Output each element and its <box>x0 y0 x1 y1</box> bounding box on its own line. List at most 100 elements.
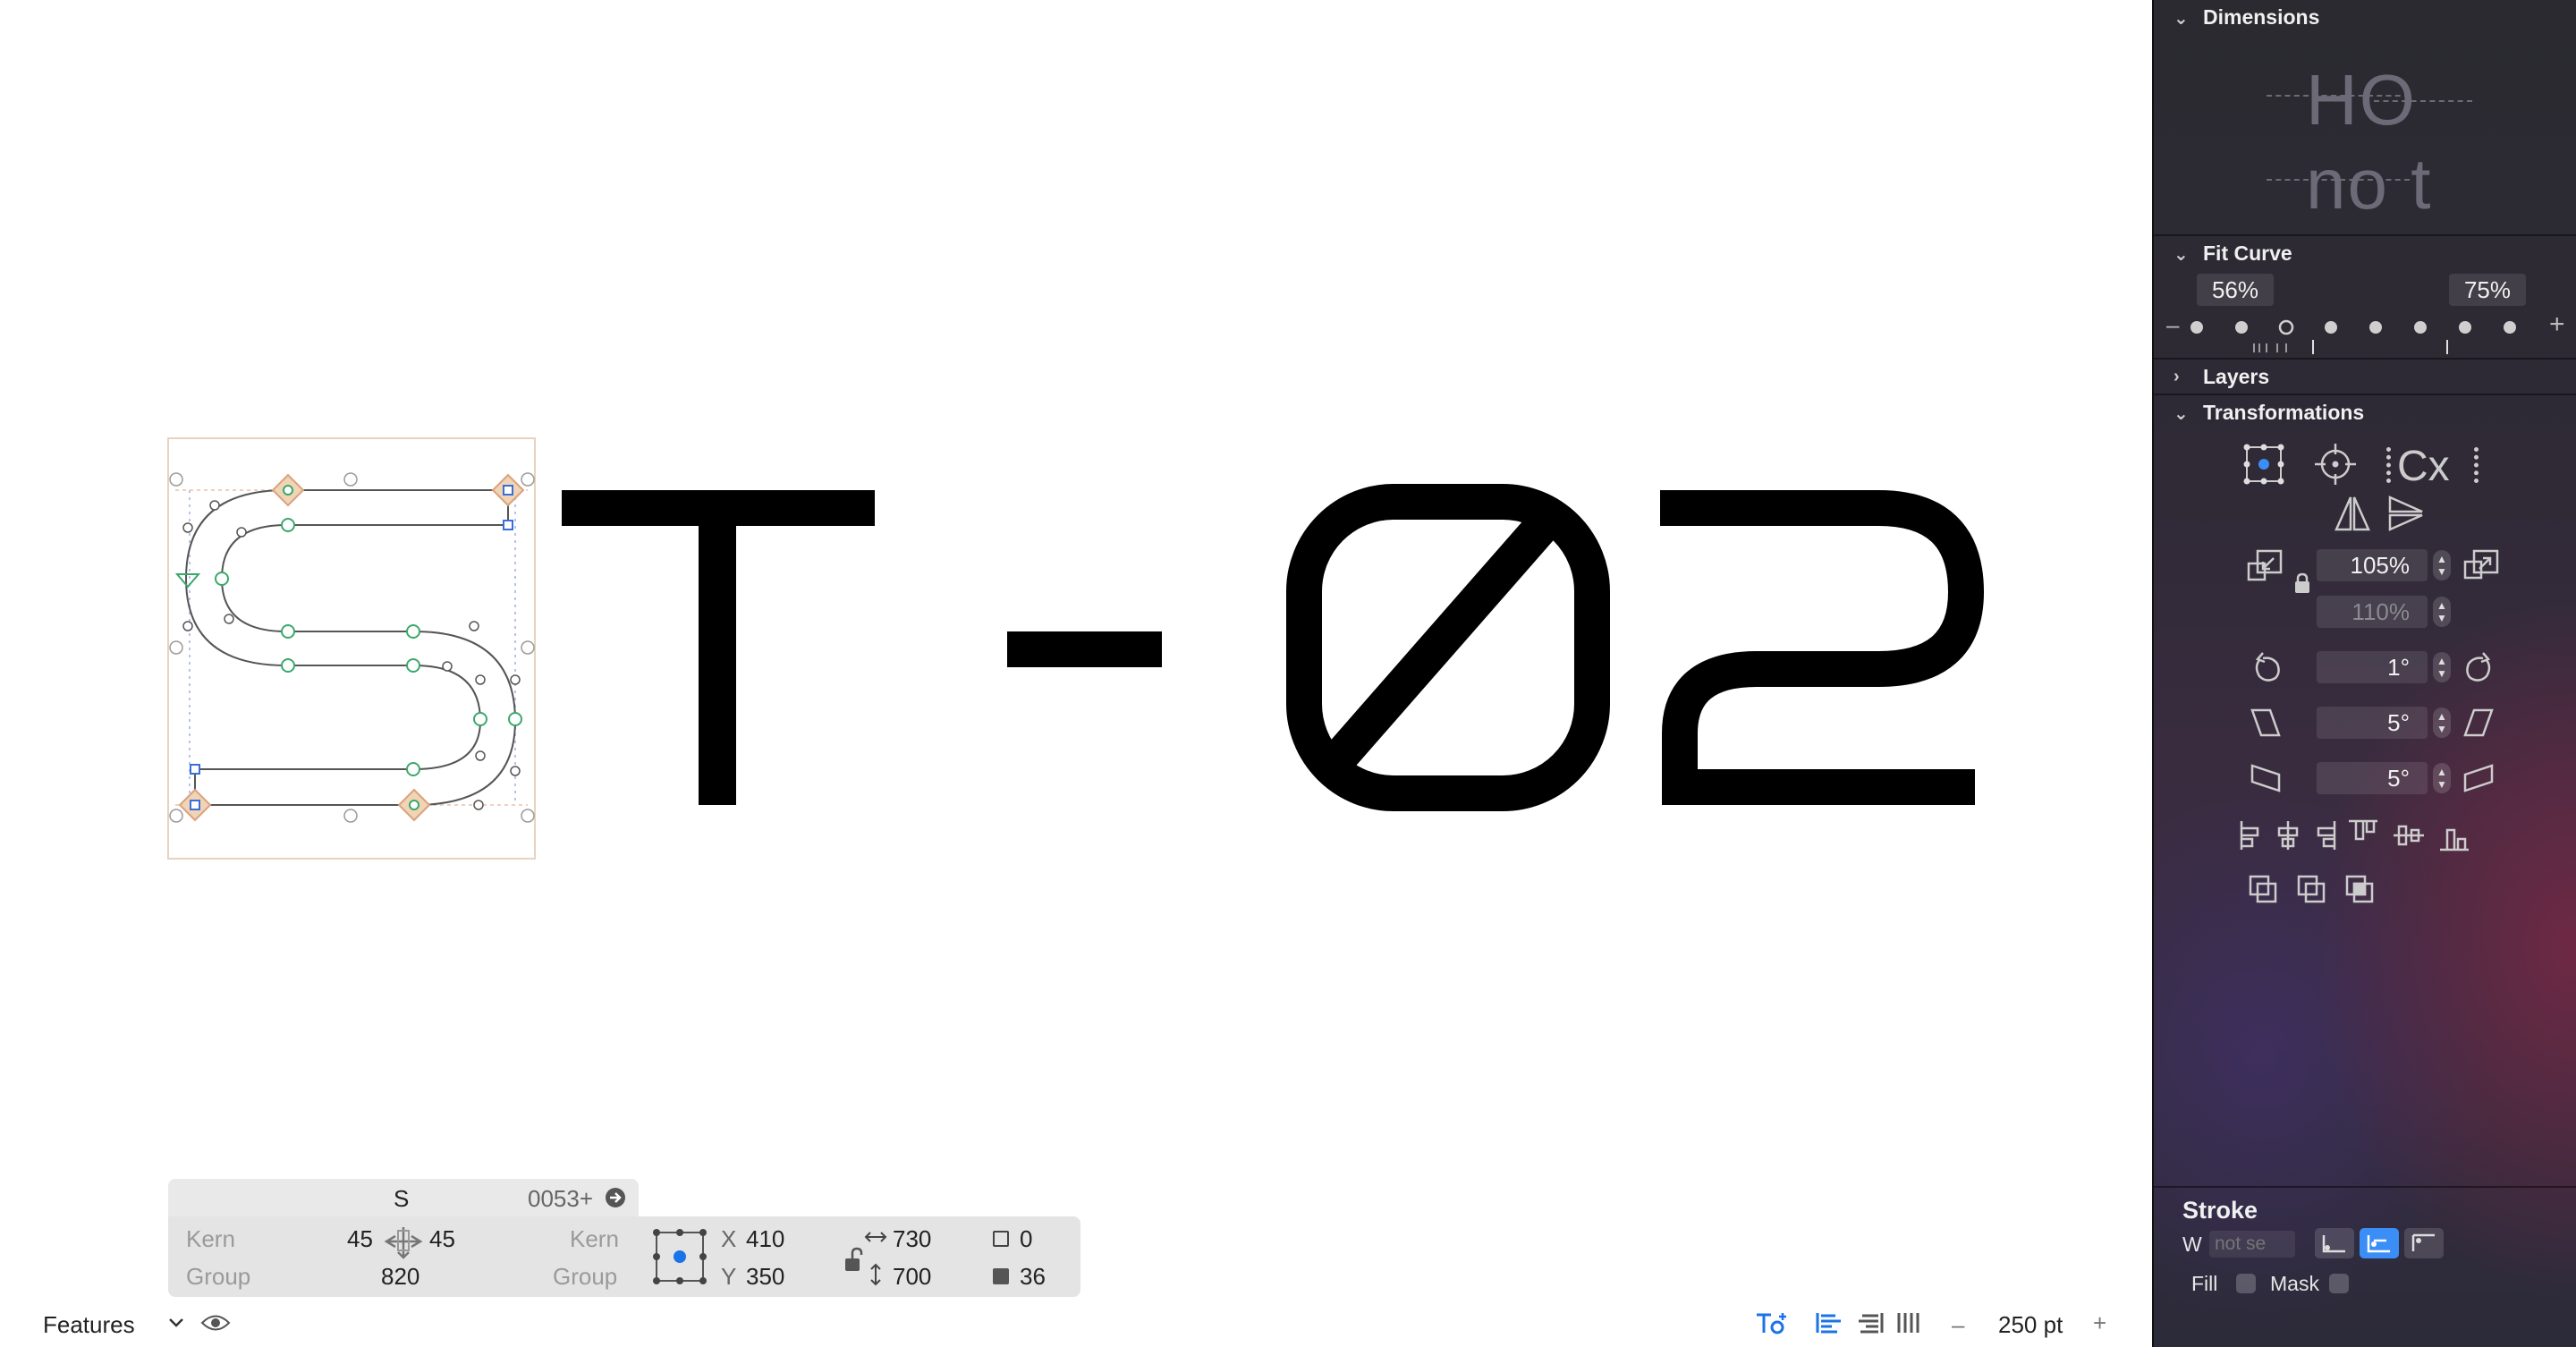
lock-icon[interactable] <box>2293 572 2311 594</box>
smooth-nodes[interactable] <box>215 518 522 776</box>
dotted-bar <box>2474 447 2479 483</box>
glyph-two[interactable] <box>1660 490 1985 805</box>
fit-minus-button[interactable]: – <box>2166 311 2179 339</box>
glyph-metrics-box: Kern 45 45 Kern Group 820 Group <box>168 1216 639 1297</box>
glyph-zero-slashed[interactable] <box>1286 484 1610 811</box>
stroke-position-outside-button[interactable] <box>2315 1228 2354 1258</box>
transformations-title: Transformations <box>2203 401 2365 424</box>
chevron-down-icon[interactable] <box>168 1317 184 1329</box>
fit-max-field[interactable]: 75% <box>2449 274 2526 306</box>
transform-origin-selection-icon[interactable] <box>2241 442 2286 487</box>
flip-horizontal-icon[interactable] <box>2333 494 2372 533</box>
fill-checkbox[interactable] <box>2236 1274 2256 1293</box>
eye-icon[interactable] <box>200 1313 231 1333</box>
mask-label: Mask <box>2270 1272 2319 1295</box>
dimensions-preview[interactable]: HO no t <box>2267 50 2472 229</box>
scale-y-field[interactable]: 110% <box>2317 596 2428 628</box>
stroke-divider <box>2154 1186 2576 1188</box>
off-curve-handles[interactable] <box>182 500 521 810</box>
metric-origin-button[interactable]: Cx <box>2385 442 2483 490</box>
glyph-name[interactable]: S <box>394 1185 409 1213</box>
fit-curve-header[interactable]: ⌄ Fit Curve <box>2154 234 2576 270</box>
mask-checkbox[interactable] <box>2329 1274 2349 1293</box>
skew-stepper[interactable]: ▲ ▼ <box>2433 763 2451 793</box>
scale-down-icon[interactable] <box>2245 549 2284 585</box>
slant-field[interactable]: 5° <box>2317 707 2428 739</box>
start-node-icon[interactable] <box>174 573 201 589</box>
glyph-canvas-svg[interactable] <box>0 0 2154 1299</box>
align-top-edge-icon <box>2349 819 2377 841</box>
fit-curve-slider[interactable] <box>2188 315 2546 358</box>
dimensions-title: Dimensions <box>2203 5 2320 29</box>
lsb-value[interactable]: 45 <box>347 1225 373 1253</box>
width-value[interactable]: 820 <box>381 1263 419 1291</box>
flip-vertical-icon[interactable] <box>2386 494 2426 533</box>
skew-left-icon[interactable] <box>2249 762 2284 794</box>
reference-point-icon[interactable] <box>651 1227 708 1286</box>
align-left-icon[interactable] <box>1816 1311 1843 1334</box>
align-right-icon[interactable] <box>1857 1311 1884 1334</box>
inspector-panel: ⌄ Dimensions HO no t ⌄ Fit Curve 56% 75%… <box>2152 0 2576 1347</box>
rotate-stepper[interactable]: ▲ ▼ <box>2433 652 2451 682</box>
fill-label: Fill <box>2191 1272 2218 1295</box>
layers-header[interactable]: › Layers <box>2154 358 2576 394</box>
path-operation-buttons[interactable] <box>2247 873 2390 909</box>
dimensions-header[interactable]: ⌄ Dimensions <box>2154 0 2576 36</box>
align-h-center-icon <box>2277 821 2299 850</box>
rsb-value[interactable]: 45 <box>429 1225 455 1253</box>
s-outline[interactable] <box>184 489 517 806</box>
chevron-down-icon[interactable]: ⌄ <box>2174 243 2189 266</box>
lock-open-icon[interactable] <box>843 1247 866 1274</box>
y-value[interactable]: 350 <box>746 1263 784 1291</box>
union-icon <box>2249 875 2277 903</box>
filled-nodes-count: 36 <box>1020 1263 1046 1290</box>
scale-x-stepper[interactable]: ▲ ▼ <box>2433 550 2451 580</box>
edit-canvas[interactable] <box>0 0 2154 1347</box>
scale-y-stepper[interactable]: ▲ ▼ <box>2433 597 2451 627</box>
arrow-circle-right-icon[interactable] <box>605 1187 626 1208</box>
dimension-guide <box>2267 95 2410 97</box>
stroke-position-inside-button[interactable] <box>2404 1228 2444 1258</box>
height-arrows-icon <box>870 1263 881 1286</box>
zoom-out-button[interactable]: – <box>1952 1311 1964 1339</box>
fit-min-field[interactable]: 56% <box>2197 274 2274 306</box>
x-value[interactable]: 410 <box>746 1225 784 1253</box>
group-right-label: Group <box>553 1263 618 1290</box>
w-value[interactable]: 730 <box>893 1225 931 1253</box>
chevron-right-icon[interactable]: › <box>2174 367 2180 387</box>
kern-right-label: Kern <box>570 1225 619 1252</box>
scale-x-field[interactable]: 105% <box>2317 549 2428 581</box>
zoom-value[interactable]: 250 pt <box>1998 1311 2063 1339</box>
features-menu[interactable]: Features <box>43 1311 135 1339</box>
zoom-in-button[interactable]: + <box>2093 1309 2106 1337</box>
kern-left-label: Kern <box>186 1225 235 1252</box>
chevron-down-icon[interactable]: ⌄ <box>2174 7 2189 30</box>
glyph-T[interactable] <box>562 490 875 805</box>
justify-icon[interactable] <box>1896 1311 1921 1334</box>
crosshair-icon[interactable] <box>2313 442 2358 487</box>
slant-left-icon[interactable] <box>2249 707 2284 739</box>
rotate-field[interactable]: 1° <box>2317 651 2428 683</box>
align-buttons[interactable] <box>2238 818 2506 853</box>
text-tool-icon[interactable] <box>1755 1309 1789 1336</box>
slant-right-icon[interactable] <box>2462 707 2497 739</box>
rotate-cw-icon[interactable] <box>2463 649 2496 685</box>
stroke-width-input[interactable] <box>2209 1231 2295 1258</box>
slant-stepper[interactable]: ▲ ▼ <box>2433 707 2451 738</box>
scale-up-icon[interactable] <box>2462 549 2501 585</box>
fit-plus-button[interactable]: + <box>2549 309 2565 340</box>
transformations-header[interactable]: ⌄ Transformations <box>2154 394 2576 429</box>
h-value[interactable]: 700 <box>893 1263 931 1291</box>
layers-title: Layers <box>2203 365 2270 388</box>
glyph-hyphen[interactable] <box>1007 631 1162 667</box>
link-metrics-icon[interactable] <box>383 1222 424 1263</box>
chevron-down-icon[interactable]: ⌄ <box>2174 402 2189 425</box>
dotted-bar <box>2386 447 2391 483</box>
skew-right-icon[interactable] <box>2462 762 2497 794</box>
unicode-value[interactable]: 0053+ <box>528 1185 593 1213</box>
skew-field[interactable]: 5° <box>2317 762 2428 794</box>
stroke-position-center-button[interactable] <box>2360 1228 2399 1258</box>
rotate-ccw-icon[interactable] <box>2250 649 2283 685</box>
stroke-w-label: W <box>2182 1233 2202 1256</box>
open-node-icon <box>993 1231 1009 1247</box>
